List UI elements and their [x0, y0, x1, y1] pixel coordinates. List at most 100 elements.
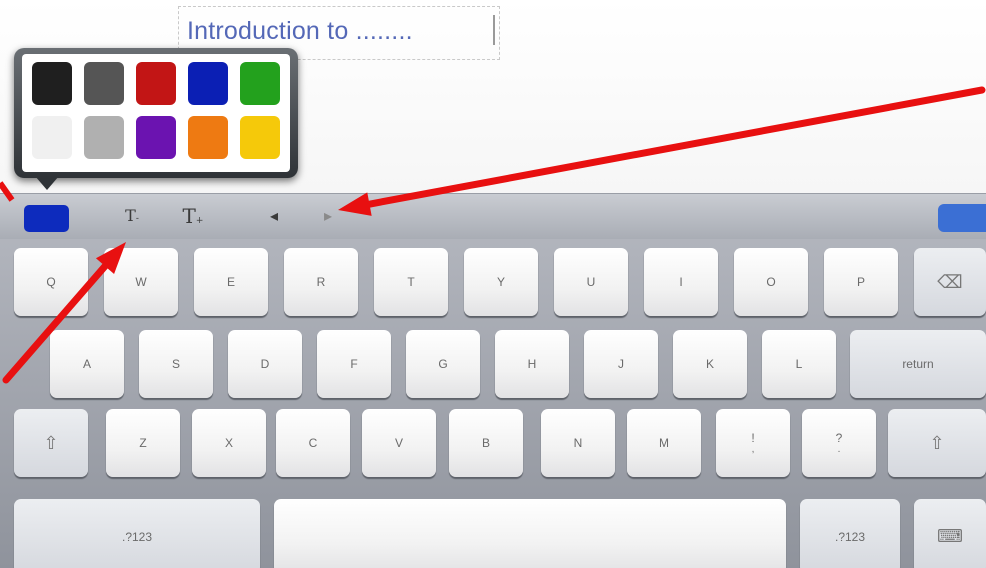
key-r[interactable]: R — [284, 248, 358, 316]
key-k[interactable]: K — [673, 330, 747, 398]
key-x-label: X — [224, 436, 233, 450]
key-a-label: A — [82, 357, 91, 371]
dismiss-keyboard-key[interactable]: ⌨ — [914, 499, 986, 568]
color-swatch-light-gray[interactable] — [84, 116, 124, 159]
left-arrow-icon: ◂ — [269, 206, 279, 225]
onscreen-keyboard: T- T+ ◂ ▸ Q W E R T Y U I O P ⌫ A S D F G H J K Lreturn ⇧ Z X C… — [0, 193, 986, 568]
dismiss-keyboard-key-label: ⌨ — [937, 526, 963, 547]
key-y[interactable]: Y — [464, 248, 538, 316]
key-s-label: S — [171, 357, 180, 371]
key-exclamation-alt-label: , — [751, 444, 755, 455]
key-w[interactable]: W — [104, 248, 178, 316]
key-question-alt-label: . — [837, 444, 841, 455]
key-exclamation[interactable]: !, — [716, 409, 790, 477]
color-swatch-purple[interactable] — [136, 116, 176, 159]
text-cursor — [493, 15, 495, 45]
formatting-toolbar: T- T+ ◂ ▸ — [0, 193, 986, 239]
key-e-label: E — [226, 275, 235, 289]
key-c-label: C — [308, 436, 318, 450]
key-j-label: J — [618, 357, 624, 371]
previous-arrow-button[interactable]: ◂ — [264, 202, 284, 230]
increase-font-size-button[interactable]: T+ — [178, 202, 208, 230]
numbers-key-right-label: .?123 — [834, 529, 866, 544]
key-g[interactable]: G — [406, 330, 480, 398]
key-k-label: K — [705, 357, 714, 371]
shift-key-right[interactable]: ⇧ — [888, 409, 986, 477]
key-n-label: N — [573, 436, 583, 450]
font-larger-icon: T — [182, 204, 196, 228]
color-swatch-black[interactable] — [32, 62, 72, 105]
key-e[interactable]: E — [194, 248, 268, 316]
key-q-label: Q — [46, 275, 56, 289]
popup-pointer — [35, 176, 59, 190]
key-t-label: T — [407, 275, 415, 289]
key-question-label: ? — [835, 431, 843, 445]
key-i[interactable]: I — [644, 248, 718, 316]
key-m-label: M — [659, 436, 669, 450]
key-d[interactable]: D — [228, 330, 302, 398]
color-swatch-orange[interactable] — [188, 116, 228, 159]
return-key-label: return — [902, 357, 934, 371]
key-question[interactable]: ?. — [802, 409, 876, 477]
key-o-label: O — [766, 275, 776, 289]
shift-key-right-label: ⇧ — [929, 432, 945, 454]
color-picker-popup — [14, 48, 298, 178]
key-j[interactable]: J — [584, 330, 658, 398]
key-g-label: G — [438, 357, 448, 371]
key-f-label: F — [350, 357, 358, 371]
color-swatch-grid — [22, 54, 290, 172]
key-v[interactable]: V — [362, 409, 436, 477]
key-q[interactable]: Q — [14, 248, 88, 316]
key-d-label: D — [260, 357, 270, 371]
color-swatch-dark-gray[interactable] — [84, 62, 124, 105]
numbers-key-left-label: .?123 — [121, 529, 153, 544]
key-c[interactable]: C — [276, 409, 350, 477]
right-arrow-icon: ▸ — [323, 206, 333, 225]
hide-toolbar-button[interactable] — [938, 204, 986, 232]
key-i-label: I — [679, 275, 683, 289]
text-box-content[interactable]: Introduction to ........ — [187, 17, 413, 46]
numbers-key-right[interactable]: .?123 — [800, 499, 900, 568]
decrease-font-size-button[interactable]: T- — [120, 202, 144, 230]
numbers-key-left[interactable]: .?123 — [14, 499, 260, 568]
space-bar[interactable] — [274, 499, 786, 568]
shift-key-left[interactable]: ⇧ — [14, 409, 88, 477]
key-h[interactable]: H — [495, 330, 569, 398]
key-l-label: L — [795, 357, 803, 371]
key-a[interactable]: A — [50, 330, 124, 398]
key-p-label: P — [856, 275, 865, 289]
color-swatch-yellow[interactable] — [240, 116, 280, 159]
key-o[interactable]: O — [734, 248, 808, 316]
key-u[interactable]: U — [554, 248, 628, 316]
key-f[interactable]: F — [317, 330, 391, 398]
key-z-label: Z — [139, 436, 147, 450]
key-b-label: B — [481, 436, 490, 450]
font-smaller-icon: T — [125, 206, 136, 225]
key-v-label: V — [394, 436, 403, 450]
key-r-label: R — [316, 275, 326, 289]
key-m[interactable]: M — [627, 409, 701, 477]
screenshot-stage: Introduction to ........ T- T+ ◂ ▸ QWERT… — [0, 0, 986, 568]
key-t[interactable]: T — [374, 248, 448, 316]
key-z[interactable]: Z — [106, 409, 180, 477]
key-b[interactable]: B — [449, 409, 523, 477]
next-arrow-button[interactable]: ▸ — [318, 202, 338, 230]
color-swatch-green[interactable] — [240, 62, 280, 105]
key-s[interactable]: S — [139, 330, 213, 398]
backspace-key-label: ⌫ — [937, 271, 963, 293]
key-w-label: W — [135, 275, 147, 289]
key-p[interactable]: P — [824, 248, 898, 316]
font-color-button[interactable] — [24, 205, 69, 232]
return-key[interactable]: return — [850, 330, 986, 398]
key-l[interactable]: L — [762, 330, 836, 398]
key-x[interactable]: X — [192, 409, 266, 477]
key-y-label: Y — [496, 275, 505, 289]
key-n[interactable]: N — [541, 409, 615, 477]
color-swatch-white[interactable] — [32, 116, 72, 159]
shift-key-left-label: ⇧ — [43, 432, 59, 454]
color-swatch-blue[interactable] — [188, 62, 228, 105]
key-h-label: H — [527, 357, 537, 371]
backspace-key[interactable]: ⌫ — [914, 248, 986, 316]
key-exclamation-label: ! — [751, 431, 755, 445]
color-swatch-red[interactable] — [136, 62, 176, 105]
